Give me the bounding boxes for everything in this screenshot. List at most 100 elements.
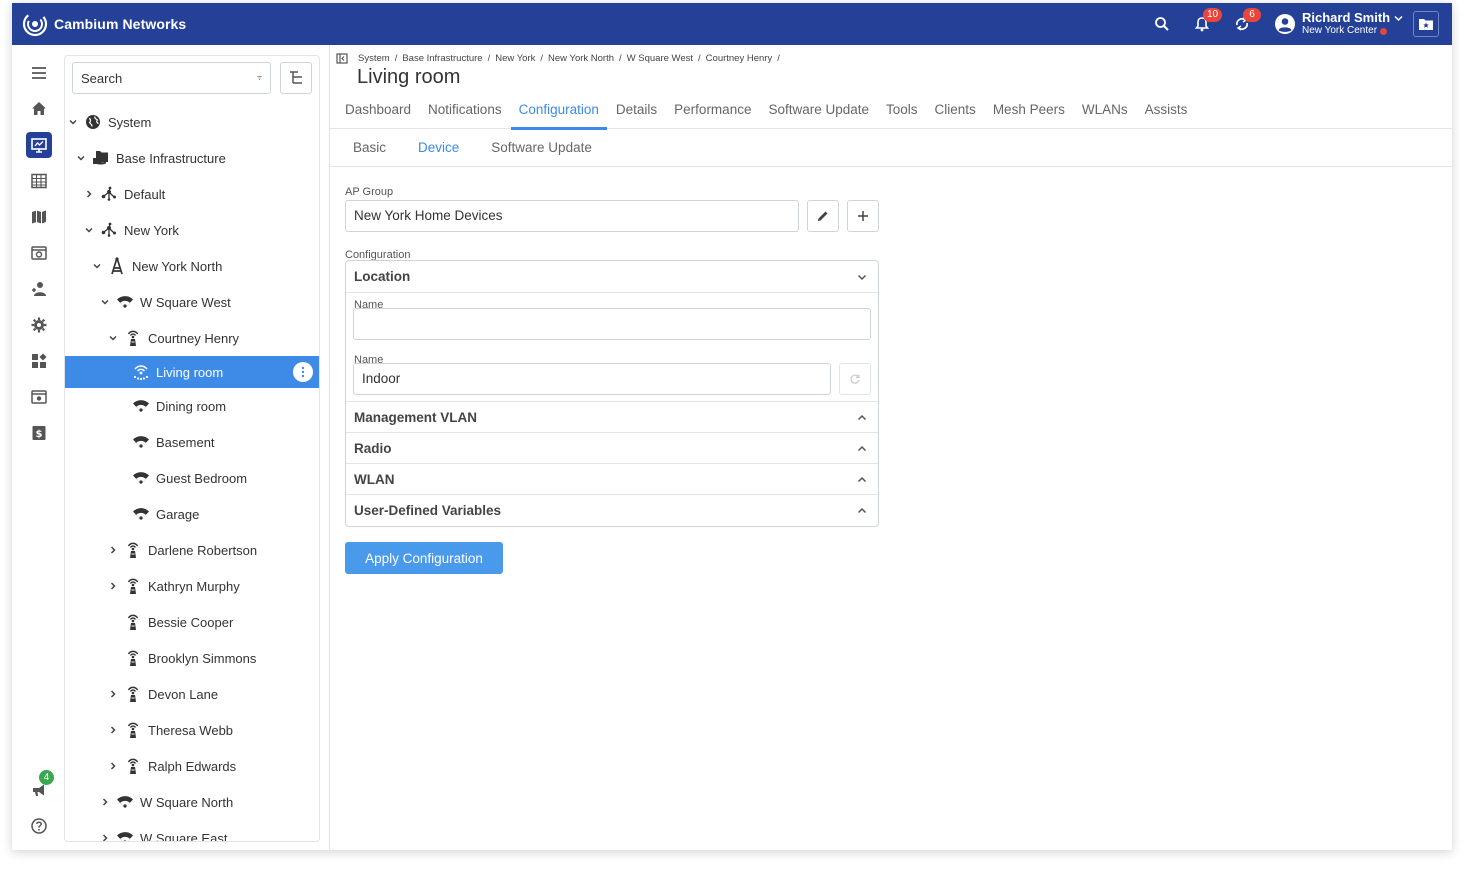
subtab-basic[interactable]: Basic [353,129,386,167]
reset-button[interactable] [839,363,871,395]
home-button[interactable] [26,96,52,122]
subtab-software-update[interactable]: Software Update [491,129,592,167]
tree-node[interactable]: W Square East [65,822,319,841]
tree-node[interactable]: New York [65,214,319,246]
tree-node[interactable]: W Square West [65,286,319,318]
filter-icon[interactable] [257,72,262,84]
tab-assists[interactable]: Assists [1145,97,1188,129]
tab-clients[interactable]: Clients [935,97,976,129]
tree-search[interactable] [72,62,271,94]
tree-node[interactable]: Kathryn Murphy [65,570,319,602]
tree-node[interactable]: Base Infrastructure [65,142,319,174]
tree-node[interactable]: Living room [65,356,319,388]
settings-button[interactable] [26,312,52,338]
subtab-device[interactable]: Device [418,129,459,167]
tree-node-toggle[interactable] [82,187,96,201]
onboarding-button[interactable] [26,276,52,302]
tree-node-toggle[interactable] [82,223,96,237]
tree-node-toggle[interactable] [106,579,120,593]
billing-button[interactable]: $ [26,420,52,446]
add-group-button[interactable] [847,200,879,232]
ap-icon [124,721,142,739]
tree-node-toggle[interactable] [74,151,88,165]
section-header-wlan[interactable]: WLAN [346,464,878,495]
monitor-button[interactable] [26,132,52,158]
tree-node[interactable]: W Square North [65,786,319,818]
dashboard-button[interactable] [26,240,52,266]
tree-node-toggle[interactable] [98,795,112,809]
breadcrumb-item[interactable]: W Square West [627,53,693,64]
node-actions-button[interactable] [293,362,313,382]
menu-button[interactable] [26,60,52,86]
tree-node[interactable]: Devon Lane [65,678,319,710]
tree-node[interactable]: Bessie Cooper [65,606,319,638]
tree-node-toggle[interactable] [90,259,104,273]
tab-tools[interactable]: Tools [886,97,918,129]
tree-node[interactable]: Default [65,178,319,210]
tree-node-toggle[interactable] [106,687,120,701]
tree-node[interactable]: Courtney Henry [65,322,319,354]
name-field-1[interactable] [353,308,871,340]
tree-node[interactable]: Basement [65,426,319,458]
tree-node-toggle [106,615,120,629]
breadcrumb: System / Base Infrastructure / New York / New … [336,51,785,65]
tree-node-toggle[interactable] [98,295,112,309]
tab-mesh-peers[interactable]: Mesh Peers [993,97,1065,129]
location-section-header[interactable]: Location [346,261,878,292]
tree-node[interactable]: Darlene Robertson [65,534,319,566]
tree-node-label: New York North [132,258,223,274]
apply-configuration-button[interactable]: Apply Configuration [345,542,503,574]
tree-node[interactable]: System [65,106,319,138]
breadcrumb-item[interactable]: Base Infrastructure [402,53,482,64]
breadcrumb-item[interactable]: System [358,53,390,64]
tree-node-toggle[interactable] [98,831,112,841]
tab-wlans[interactable]: WLANs [1082,97,1128,129]
tab-notifications[interactable]: Notifications [428,97,502,129]
tree-node[interactable]: Garage [65,498,319,530]
collapse-panel-icon[interactable] [336,52,348,64]
admin-button[interactable] [26,384,52,410]
breadcrumb-item[interactable]: Courtney Henry [706,53,773,64]
tree-node-toggle[interactable] [106,543,120,557]
user-menu[interactable]: Richard Smith New York Center [1274,9,1403,39]
tree-node-toggle[interactable] [66,115,80,129]
tree-node[interactable]: Dining room [65,390,319,422]
table-button[interactable] [26,168,52,194]
tree-node[interactable]: Ralph Edwards [65,750,319,782]
map-button[interactable] [26,204,52,230]
ap-group-field[interactable]: New York Home Devices [345,200,799,232]
tree-node-toggle[interactable] [106,331,120,345]
section-header-user-defined-variables[interactable]: User-Defined Variables [346,495,878,526]
folder-button[interactable] [1413,11,1439,37]
brand[interactable]: Cambium Networks [22,11,186,37]
tab-dashboard[interactable]: Dashboard [345,97,411,129]
tree-node[interactable]: New York North [65,250,319,282]
tab-performance[interactable]: Performance [674,97,751,129]
help-button[interactable] [26,813,52,839]
search-input[interactable] [81,70,257,86]
ap-icon [124,613,142,631]
breadcrumb-item[interactable]: New York [495,53,535,64]
tab-software-update[interactable]: Software Update [768,97,869,129]
globe-icon [84,113,102,131]
tree-node[interactable]: Guest Bedroom [65,462,319,494]
widgets-button[interactable] [26,348,52,374]
section-header-management-vlan[interactable]: Management VLAN [346,402,878,433]
section-header-radio[interactable]: Radio [346,433,878,464]
tree-node[interactable]: Theresa Webb [65,714,319,746]
main-content: System / Base Infrastructure / New York / New … [329,45,1452,850]
tree-node[interactable]: Brooklyn Simmons [65,642,319,674]
tree-view-button[interactable] [280,62,312,94]
tree-node-label: Default [124,186,166,202]
tree-node-toggle [114,399,128,413]
search-icon[interactable] [1152,14,1172,34]
tree-node-label: Bessie Cooper [148,614,234,630]
tab-details[interactable]: Details [616,97,657,129]
tree-node-toggle[interactable] [106,759,120,773]
tree-node-toggle[interactable] [106,723,120,737]
edit-group-button[interactable] [807,200,839,232]
breadcrumb-item[interactable]: New York North [548,53,614,64]
chevron-right-icon [102,834,108,841]
tab-configuration[interactable]: Configuration [510,97,608,130]
name-field-2[interactable]: Indoor [353,363,831,395]
